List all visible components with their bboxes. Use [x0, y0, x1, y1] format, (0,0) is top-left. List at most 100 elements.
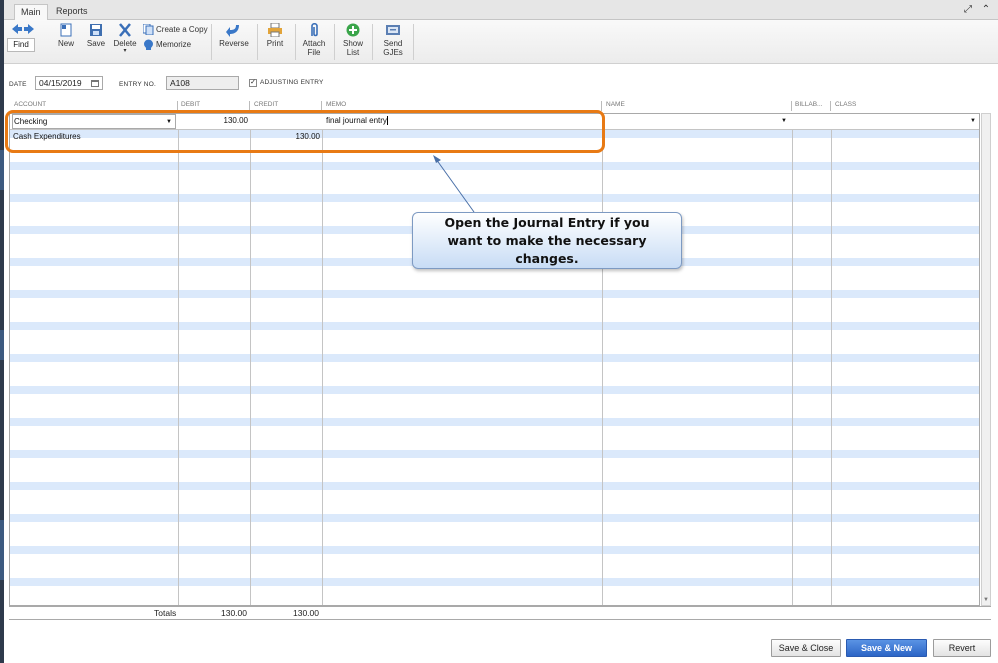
grid-row-stripe [10, 546, 979, 554]
delete-label: Delete [113, 39, 137, 48]
chevron-down-icon[interactable]: ▼ [970, 114, 976, 128]
create-copy-button[interactable]: Create a Copy [143, 24, 208, 35]
delete-button[interactable]: Delete ▾ [113, 23, 137, 54]
grid-row-stripe [10, 402, 979, 410]
grid-row-stripe [10, 354, 979, 362]
highlight-box [5, 110, 605, 153]
column-divider [178, 114, 179, 605]
grid-row-stripe [10, 370, 979, 378]
toolbar-separator [211, 24, 212, 60]
toolbar-separator [257, 24, 258, 60]
new-document-icon [60, 23, 72, 37]
toolbar-separator [413, 24, 414, 60]
send-envelope-icon [386, 25, 400, 35]
toolbar-separator [334, 24, 335, 60]
entry-no-field[interactable]: A108 [166, 76, 239, 90]
grid-row-stripe [10, 306, 979, 314]
new-label: New [57, 39, 74, 48]
save-button[interactable]: Save [85, 23, 107, 48]
delete-dropdown-icon[interactable]: ▾ [113, 48, 137, 54]
printer-icon [268, 23, 282, 37]
adjusting-entry-label: ADJUSTING ENTRY [260, 79, 324, 86]
previous-arrow-icon[interactable] [12, 24, 22, 34]
column-header-debit[interactable]: DEBIT [181, 101, 200, 108]
next-arrow-icon[interactable] [24, 24, 34, 34]
attach-label-line2: File [307, 48, 321, 57]
chevron-down-icon[interactable]: ▼ [781, 114, 787, 128]
attach-file-button[interactable]: Attach File [300, 23, 328, 57]
collapse-ribbon-icon[interactable]: ⌃ [980, 4, 992, 15]
grid-row-stripe [10, 418, 979, 426]
tab-main[interactable]: Main [14, 4, 48, 21]
grid-row-stripe [10, 338, 979, 346]
grid-row-stripe [10, 434, 979, 442]
date-field[interactable]: 04/15/2019 [35, 76, 103, 90]
expand-icon[interactable]: ⤢ [962, 4, 974, 15]
date-value: 04/15/2019 [39, 78, 82, 88]
date-label: DATE [9, 81, 27, 88]
reverse-button[interactable]: Reverse [218, 23, 250, 48]
column-divider [602, 114, 603, 605]
show-list-button[interactable]: Show List [340, 23, 366, 57]
toolbar: Find New Save Delete ▾ Create a Copy Mem… [4, 20, 998, 64]
grid-row-stripe [10, 322, 979, 330]
grid-row-stripe [10, 466, 979, 474]
show-list-label-line1: Show [342, 39, 363, 48]
calendar-icon[interactable] [91, 79, 99, 87]
save-new-button[interactable]: Save & New [846, 639, 927, 657]
column-divider [250, 114, 251, 605]
save-close-button[interactable]: Save & Close [771, 639, 841, 657]
print-label: Print [266, 39, 284, 48]
add-circle-icon [346, 23, 360, 37]
grid-row-stripe [10, 386, 979, 394]
totals-bar: Totals 130.00 130.00 [9, 606, 991, 620]
paperclip-icon [311, 23, 318, 37]
callout-tooltip: Open the Journal Entry if you want to ma… [412, 212, 682, 269]
grid-row-stripe [10, 450, 979, 458]
delete-x-icon [119, 23, 131, 37]
new-button[interactable]: New [56, 23, 76, 48]
reverse-label: Reverse [219, 39, 249, 48]
entry-no-label: ENTRY NO. [119, 81, 156, 88]
create-copy-label: Create a Copy [156, 25, 208, 34]
find-button[interactable]: Find [7, 38, 35, 52]
totals-credit: 130.00 [293, 608, 319, 618]
name-dropdown[interactable]: ▼ [604, 114, 790, 129]
save-disk-icon [90, 24, 102, 36]
column-header-credit[interactable]: CREDIT [254, 101, 278, 108]
grid-row-stripe [10, 274, 979, 282]
column-divider [831, 114, 832, 605]
grid-row-stripe [10, 178, 979, 186]
adjusting-entry-checkbox[interactable]: ✓ [249, 79, 257, 87]
vertical-scrollbar[interactable]: ▼ [981, 113, 991, 606]
grid-row-stripe [10, 594, 979, 602]
grid-row-stripe [10, 530, 979, 538]
print-button[interactable]: Print [263, 23, 287, 48]
save-label: Save [86, 39, 106, 48]
send-label-line2: GJEs [383, 48, 403, 57]
send-gjes-button[interactable]: Send GJEs [379, 23, 407, 57]
grid-row-stripe [10, 194, 979, 202]
tab-reports[interactable]: Reports [50, 4, 94, 20]
grid-row-stripe [10, 290, 979, 298]
column-header-memo[interactable]: MEMO [326, 101, 346, 108]
grid-row-stripe [10, 498, 979, 506]
grid-row-stripe [10, 482, 979, 490]
grid-row-stripe [10, 578, 979, 586]
tab-strip: Main Reports ⤢ ⌃ [4, 0, 998, 21]
column-header-billable[interactable]: BILLAB... [795, 101, 822, 108]
show-list-label-line2: List [346, 48, 360, 57]
column-header-account[interactable]: ACCOUNT [14, 101, 46, 108]
grid-row-stripe [10, 162, 979, 170]
memorize-button[interactable]: Memorize [143, 39, 191, 50]
column-divider [792, 114, 793, 605]
class-dropdown[interactable]: ▼ [833, 114, 979, 129]
toolbar-separator [372, 24, 373, 60]
revert-button[interactable]: Revert [933, 639, 991, 657]
totals-debit: 130.00 [221, 608, 247, 618]
column-divider [322, 114, 323, 605]
column-header-class[interactable]: CLASS [835, 101, 856, 108]
attach-label-line1: Attach [302, 39, 326, 48]
scroll-down-icon[interactable]: ▼ [982, 597, 990, 605]
column-header-name[interactable]: NAME [606, 101, 625, 108]
